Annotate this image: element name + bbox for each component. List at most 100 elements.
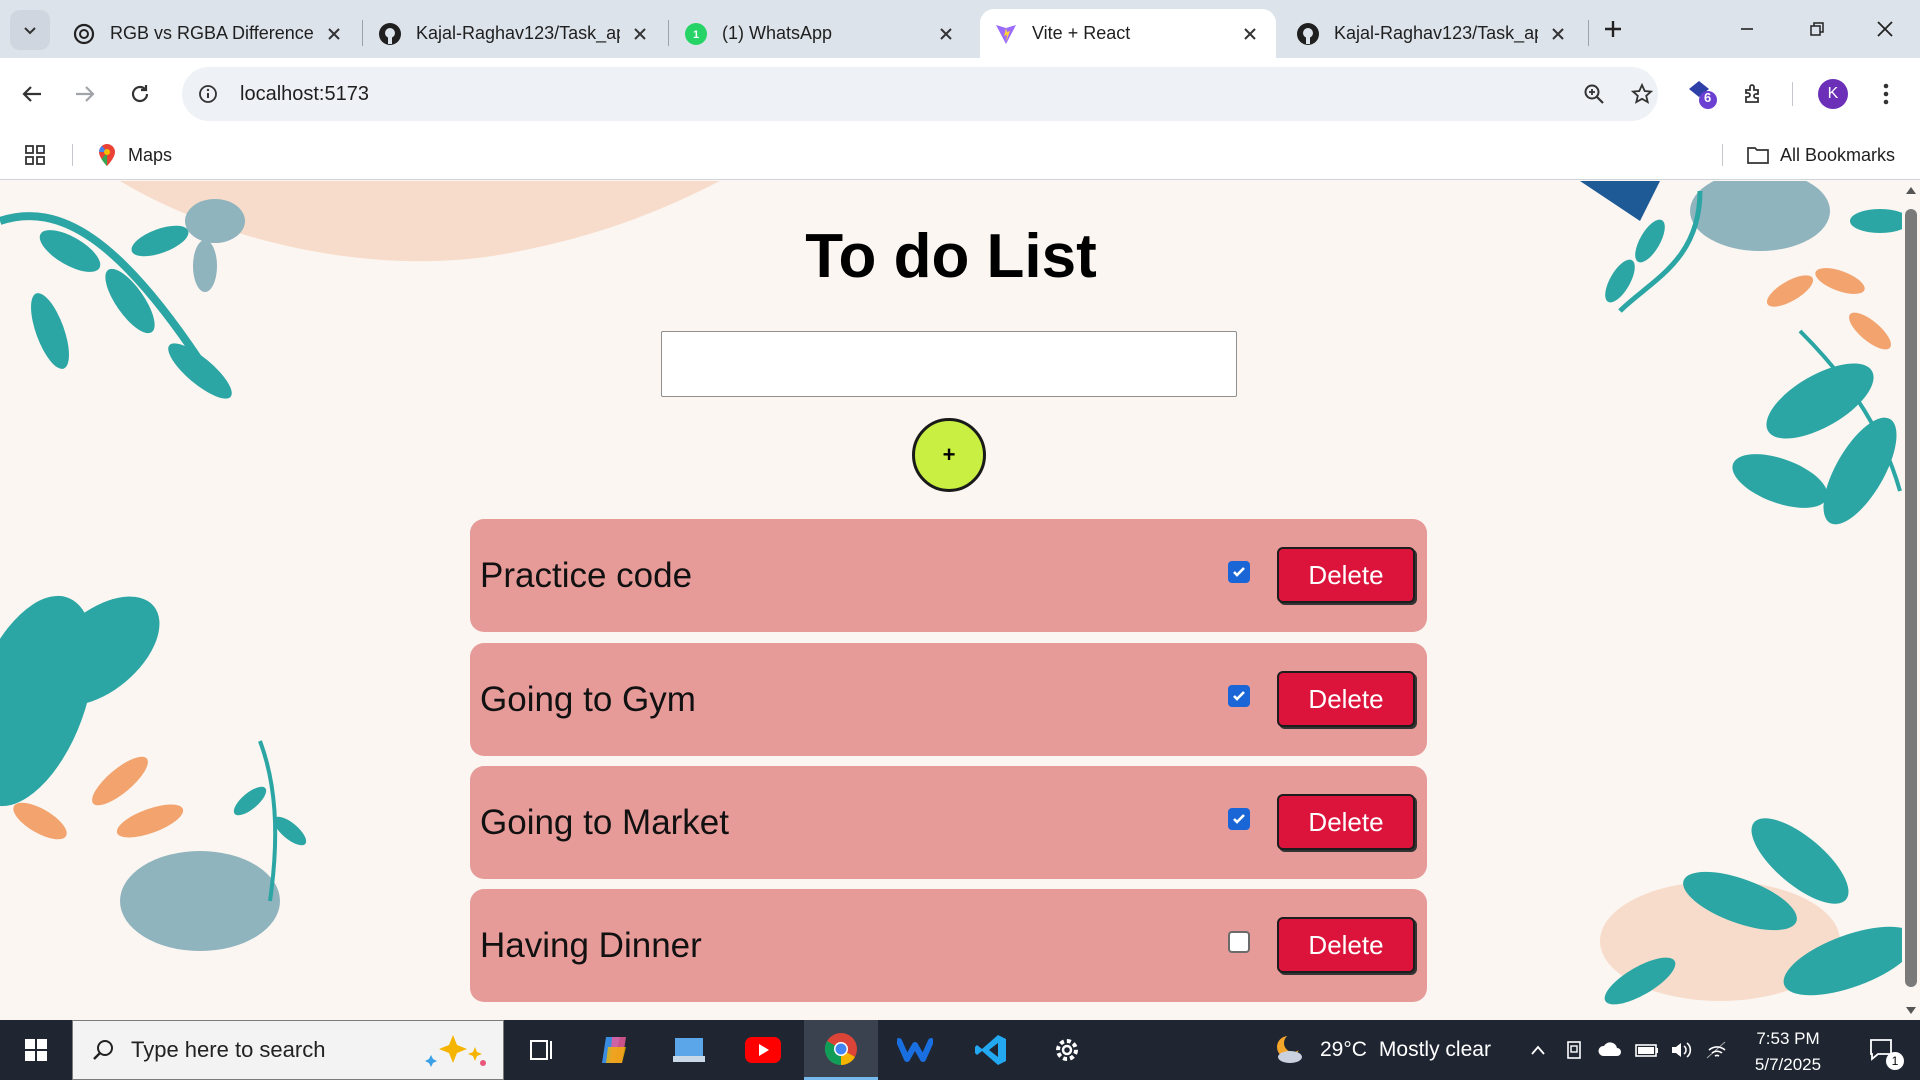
close-icon[interactable] bbox=[934, 22, 958, 46]
profile-avatar[interactable]: K bbox=[1813, 74, 1853, 114]
page-scrollbar[interactable] bbox=[1902, 181, 1920, 1020]
task-view-icon[interactable] bbox=[504, 1020, 578, 1080]
start-button[interactable] bbox=[0, 1020, 72, 1080]
plus-icon bbox=[1605, 21, 1621, 37]
task-input[interactable] bbox=[661, 331, 1237, 397]
restore-icon bbox=[1810, 22, 1824, 36]
delete-button[interactable]: Delete bbox=[1277, 917, 1415, 973]
weather-widget[interactable]: 29°C Mostly clear bbox=[1272, 1020, 1491, 1080]
toolbar-divider bbox=[1792, 82, 1793, 106]
close-window-button[interactable] bbox=[1850, 0, 1920, 58]
close-icon bbox=[1877, 21, 1893, 37]
search-icon bbox=[93, 1040, 113, 1060]
extensions-puzzle-icon[interactable] bbox=[1734, 74, 1774, 114]
close-icon[interactable] bbox=[322, 22, 346, 46]
close-icon[interactable] bbox=[1546, 22, 1570, 46]
device-icon[interactable] bbox=[1560, 1020, 1588, 1080]
onedrive-icon[interactable] bbox=[1594, 1020, 1626, 1080]
restore-button[interactable] bbox=[1782, 0, 1852, 58]
todo-text: Practice code bbox=[480, 555, 693, 595]
github-icon bbox=[1296, 22, 1320, 46]
bookmark-maps[interactable]: Maps bbox=[96, 138, 172, 172]
checkmark-icon bbox=[1233, 814, 1245, 824]
new-tab-button[interactable] bbox=[1596, 12, 1630, 46]
maps-icon bbox=[96, 143, 118, 167]
clock-time: 7:53 PM bbox=[1756, 1029, 1820, 1048]
volume-icon[interactable] bbox=[1666, 1020, 1696, 1080]
vscode-icon[interactable] bbox=[954, 1020, 1028, 1080]
todo-checkbox[interactable] bbox=[1228, 685, 1250, 707]
todo-item: Practice code Delete bbox=[470, 519, 1427, 632]
wifi-icon[interactable] bbox=[1702, 1020, 1732, 1080]
delete-button[interactable]: Delete bbox=[1277, 547, 1415, 603]
moon-cloud-icon bbox=[1277, 1034, 1302, 1063]
copilot-icon[interactable] bbox=[578, 1020, 652, 1080]
notification-count: 1 bbox=[1886, 1052, 1904, 1070]
windows-taskbar: Type here to search 29°C Mostly clear 7:… bbox=[0, 1020, 1920, 1080]
files-icon[interactable] bbox=[652, 1020, 726, 1080]
chrome-icon[interactable] bbox=[804, 1020, 878, 1080]
notification-center-button[interactable]: 1 bbox=[1852, 1020, 1912, 1080]
tab-title: Vite + React bbox=[1032, 23, 1131, 43]
scroll-up-arrow-icon[interactable] bbox=[1906, 187, 1916, 194]
extension-badge-count: 6 bbox=[1704, 90, 1712, 105]
page-title: To do List bbox=[805, 222, 1097, 291]
site-info-icon[interactable] bbox=[190, 76, 226, 112]
settings-icon[interactable] bbox=[1030, 1020, 1104, 1080]
bookmark-divider bbox=[72, 144, 73, 166]
browser-toolbar: localhost:5173 6 K bbox=[0, 58, 1920, 130]
arrow-right-icon bbox=[76, 86, 95, 102]
scroll-down-arrow-icon[interactable] bbox=[1906, 1007, 1916, 1014]
search-placeholder: Type here to search bbox=[131, 1037, 326, 1062]
delete-button[interactable]: Delete bbox=[1277, 794, 1415, 850]
todo-checkbox[interactable] bbox=[1228, 931, 1250, 953]
all-bookmarks-button[interactable]: All Bookmarks bbox=[1746, 138, 1895, 172]
tab-strip: RGB vs RGBA Difference Kajal-Raghav123/T… bbox=[0, 0, 1920, 58]
weather-temp: 29°C bbox=[1320, 1038, 1367, 1061]
minimize-icon bbox=[1741, 28, 1753, 30]
close-icon[interactable] bbox=[1238, 22, 1262, 46]
extension-badge-icon[interactable]: 6 bbox=[1682, 74, 1722, 114]
clock-date: 5/7/2025 bbox=[1754, 1055, 1822, 1074]
tab-whatsapp[interactable]: 1 (1) WhatsApp bbox=[670, 9, 972, 58]
weather-condition: Mostly clear bbox=[1378, 1038, 1491, 1061]
reload-icon bbox=[131, 85, 149, 103]
todo-text: Going to Gym bbox=[480, 679, 696, 719]
chevron-up-icon[interactable] bbox=[1524, 1020, 1552, 1080]
todo-text: Having Dinner bbox=[480, 925, 702, 965]
copilot-sparkle-icon bbox=[417, 1033, 489, 1069]
address-bar[interactable]: localhost:5173 bbox=[182, 67, 1658, 121]
add-task-button[interactable]: + bbox=[912, 418, 986, 492]
todo-checkbox[interactable] bbox=[1228, 561, 1250, 583]
scroll-thumb[interactable] bbox=[1905, 209, 1917, 987]
forward-button[interactable] bbox=[65, 74, 105, 114]
youtube-icon[interactable] bbox=[726, 1020, 800, 1080]
tab-github-1[interactable]: Kajal-Raghav123/Task_ap bbox=[364, 9, 666, 58]
tab-rgb-vs-rgba[interactable]: RGB vs RGBA Difference bbox=[58, 9, 360, 58]
tab-vite-react[interactable]: Vite + React bbox=[980, 9, 1276, 58]
zoom-icon[interactable] bbox=[1576, 76, 1612, 112]
page-viewport: To do List + Practice code Delete Going … bbox=[0, 181, 1902, 1020]
system-clock[interactable]: 7:53 PM 5/7/2025 bbox=[1738, 1026, 1838, 1078]
back-button[interactable] bbox=[12, 74, 52, 114]
battery-icon[interactable] bbox=[1632, 1020, 1662, 1080]
apps-grid-icon[interactable] bbox=[24, 138, 46, 172]
taskbar-search[interactable]: Type here to search bbox=[72, 1020, 504, 1080]
tab-title: RGB vs RGBA Difference bbox=[110, 23, 314, 43]
avatar: K bbox=[1818, 79, 1848, 109]
webex-icon[interactable] bbox=[878, 1020, 952, 1080]
minimize-button[interactable] bbox=[1712, 0, 1782, 58]
delete-button[interactable]: Delete bbox=[1277, 671, 1415, 727]
tab-title: Kajal-Raghav123/Task_ap bbox=[416, 23, 620, 43]
bookmark-label: Maps bbox=[128, 144, 173, 165]
menu-kebab-icon[interactable] bbox=[1866, 74, 1906, 114]
tab-github-2[interactable]: Kajal-Raghav123/Task_ap bbox=[1282, 9, 1584, 58]
close-icon[interactable] bbox=[628, 22, 652, 46]
reload-button[interactable] bbox=[120, 74, 160, 114]
tab-divider bbox=[668, 20, 669, 46]
tab-search-button[interactable] bbox=[10, 10, 50, 50]
url-text[interactable]: localhost:5173 bbox=[240, 83, 369, 106]
bookmark-star-icon[interactable] bbox=[1624, 76, 1660, 112]
tab-divider bbox=[362, 20, 363, 46]
todo-checkbox[interactable] bbox=[1228, 808, 1250, 830]
